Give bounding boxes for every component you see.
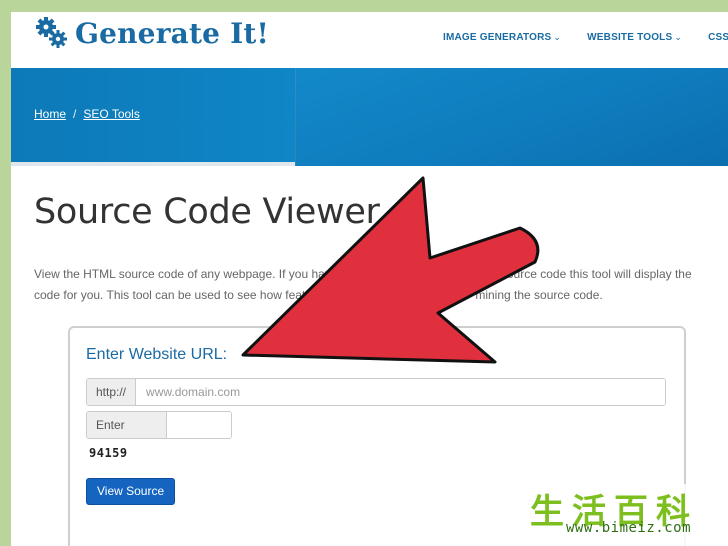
nav-label: IMAGE GENERATORS (443, 32, 552, 43)
breadcrumb-separator: / (73, 107, 77, 121)
watermark-url: www.bimeiz.com (566, 520, 692, 536)
breadcrumb-seo-tools-link[interactable]: SEO Tools (83, 107, 139, 121)
captcha-code: 94159 (89, 446, 128, 460)
url-input[interactable] (136, 379, 665, 405)
watermark: 生活百科 www.bimeiz.com (518, 484, 728, 546)
page-banner: Home / SEO Tools (11, 68, 728, 166)
code-label-addon: Enter Code: (87, 412, 167, 438)
nav-website-tools[interactable]: WEBSITE TOOLS ⌄ (587, 32, 682, 43)
nav-label: WEBSITE TOOLS (587, 32, 673, 43)
nav-image-generators[interactable]: IMAGE GENERATORS ⌄ (443, 32, 561, 43)
url-input-group: http:// (86, 378, 666, 406)
site-logo[interactable]: Generate It! (35, 16, 269, 50)
banner-stripe (11, 162, 295, 166)
page-title: Source Code Viewer (34, 192, 380, 232)
view-source-button[interactable]: View Source (86, 478, 176, 505)
main-nav: IMAGE GENERATORS⌄ WEBSITE TOOLS⌄ CSS GE (443, 32, 728, 43)
breadcrumb-home-link[interactable]: Home (34, 107, 66, 121)
browser-page: Generate It! IMAGE GENERATORS ⌄ WEBSITE T… (11, 12, 728, 546)
gears-icon (35, 16, 69, 50)
nav-label: CSS GE (708, 32, 728, 43)
captcha-code-input[interactable] (167, 412, 231, 438)
chevron-down-icon: ⌄ (553, 32, 562, 42)
nav-css-generators[interactable]: CSS GE (708, 32, 728, 43)
page-description: View the HTML source code of any webpage… (34, 264, 706, 306)
description-line: code for you. This tool can be used to s… (34, 288, 603, 302)
chevron-down-icon: ⌄ (674, 32, 683, 42)
breadcrumb: Home / SEO Tools (34, 107, 140, 121)
url-prefix-addon: http:// (87, 379, 137, 405)
description-line: View the HTML source code of any webpage… (34, 267, 692, 281)
form-title: Enter Website URL: (86, 346, 228, 363)
site-header: Generate It! IMAGE GENERATORS ⌄ WEBSITE T… (11, 12, 728, 69)
banner-pane (295, 68, 728, 166)
logo-text: Generate It! (75, 16, 270, 50)
code-input-group: Enter Code: (86, 411, 232, 439)
